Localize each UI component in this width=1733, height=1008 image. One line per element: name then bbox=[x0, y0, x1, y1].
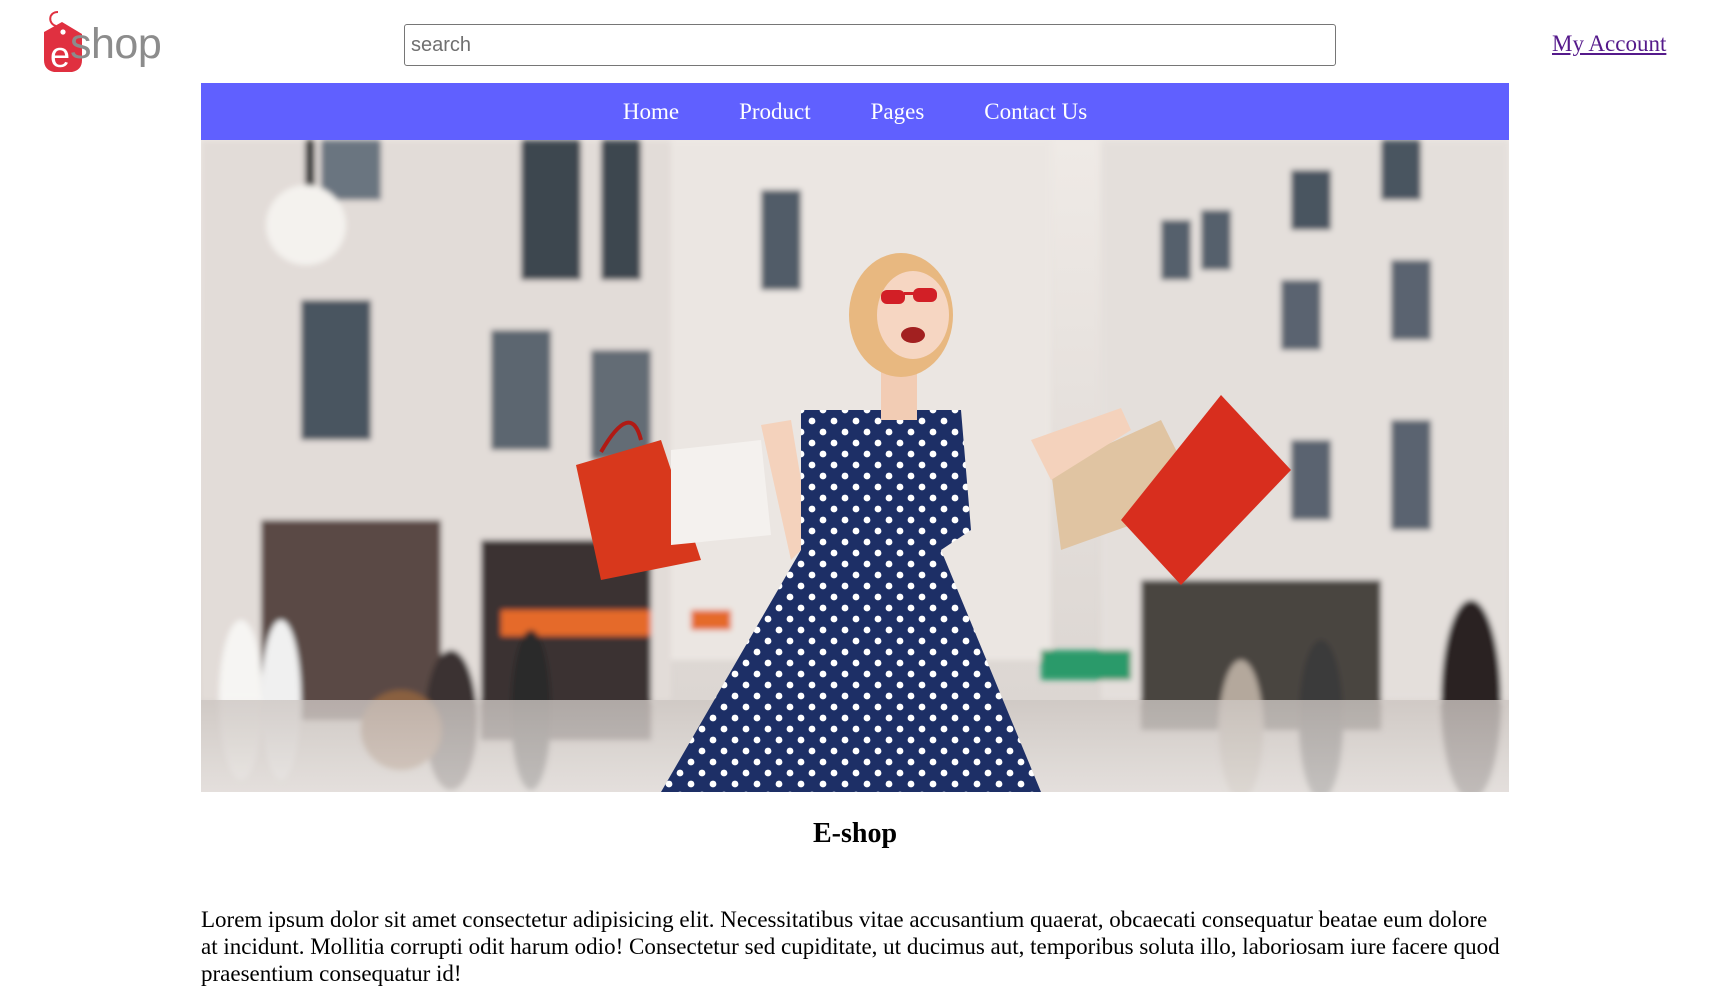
nav-product[interactable]: Product bbox=[739, 99, 811, 125]
nav-home[interactable]: Home bbox=[623, 99, 679, 125]
nav-pages[interactable]: Pages bbox=[871, 99, 925, 125]
logo-text: shop bbox=[70, 20, 162, 68]
svg-text:e: e bbox=[50, 34, 70, 75]
main-navbar: Home Product Pages Contact Us bbox=[201, 83, 1509, 140]
hero-image bbox=[201, 140, 1509, 792]
site-header: e shop My Account bbox=[0, 0, 1733, 83]
eshop-logo[interactable]: e shop bbox=[40, 10, 190, 76]
search-input[interactable] bbox=[404, 24, 1336, 66]
nav-contact-us[interactable]: Contact Us bbox=[984, 99, 1087, 125]
page-title: E-shop bbox=[812, 818, 898, 849]
shopping-woman-image bbox=[201, 140, 1509, 792]
my-account-link[interactable]: My Account bbox=[1552, 31, 1666, 57]
intro-paragraph: Lorem ipsum dolor sit amet consectetur a… bbox=[201, 907, 1500, 986]
